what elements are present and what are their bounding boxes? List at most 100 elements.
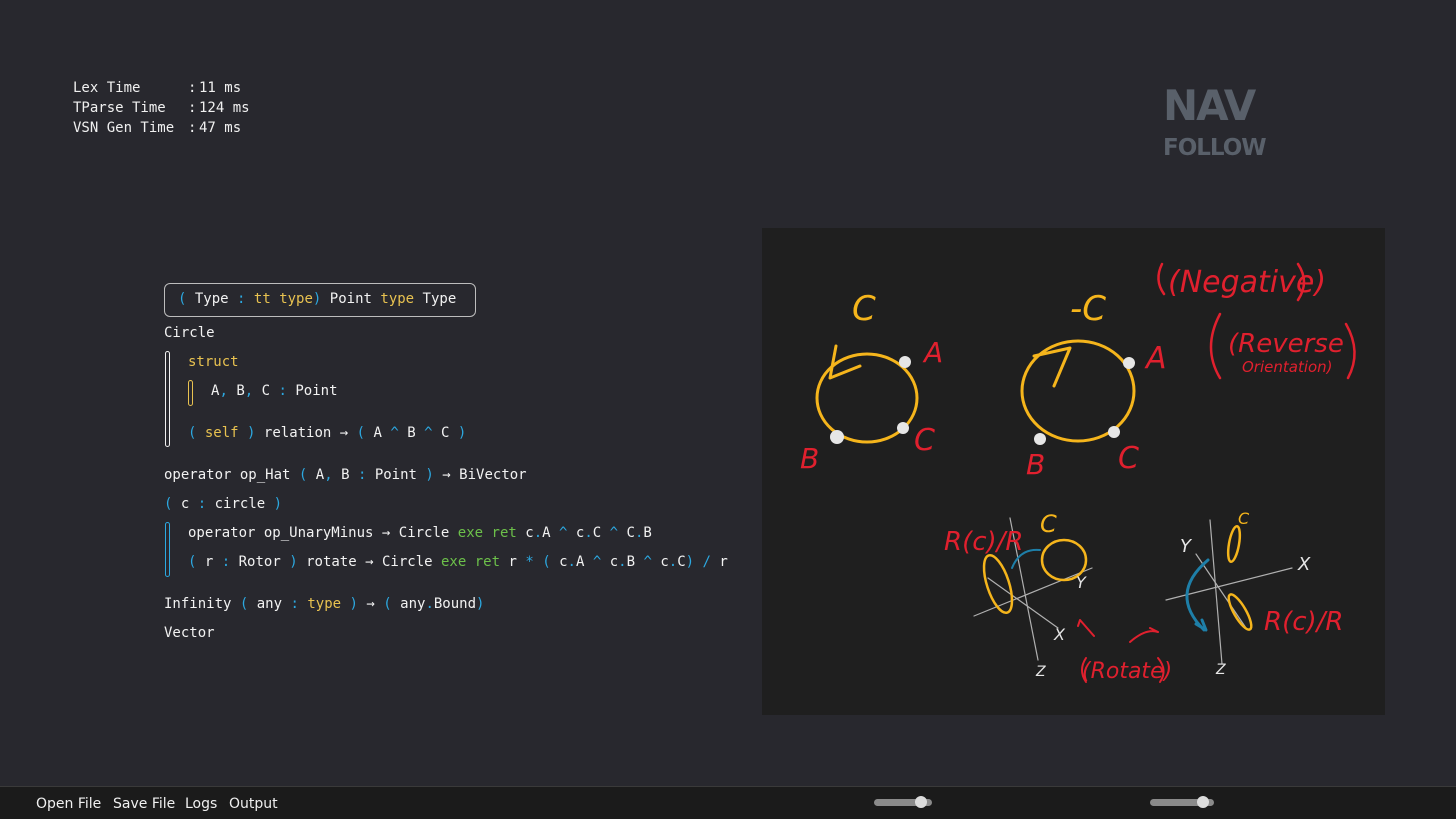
identifier: Circle bbox=[164, 325, 215, 341]
slider[interactable] bbox=[874, 796, 932, 808]
comma: , bbox=[219, 383, 228, 399]
reverse-bracket bbox=[1344, 322, 1356, 380]
identifier: op_Hat bbox=[239, 467, 291, 483]
sketch-label-c: C bbox=[914, 423, 935, 458]
paren: ) bbox=[273, 496, 283, 512]
nav-subtitle: FOLLOW bbox=[1163, 135, 1267, 161]
operator: ^ bbox=[592, 554, 602, 570]
code-line-struct: struct bbox=[188, 352, 239, 372]
paren: ( bbox=[188, 425, 197, 441]
identifier: B bbox=[626, 554, 636, 570]
code-view: ( Type : tt type) Point type Type Circle… bbox=[164, 0, 764, 700]
code-line-infinity: Infinity ( any : type ) → ( any.Bound) bbox=[164, 594, 484, 614]
identifier: c bbox=[660, 554, 669, 570]
code-line-op-hat: operator op_Hat ( A, B : Point ) → BiVec… bbox=[164, 465, 527, 485]
comma: , bbox=[244, 383, 254, 399]
sketch-label-rotate: (Rotate) bbox=[1082, 659, 1172, 684]
impl-scope-bar bbox=[165, 522, 170, 577]
operator: ^ bbox=[390, 425, 399, 441]
struct-scope-bar bbox=[165, 351, 170, 447]
identifier: Point bbox=[329, 291, 372, 307]
paren: ) bbox=[312, 291, 322, 307]
rotate-arrow bbox=[1077, 619, 1095, 637]
point-dot bbox=[1108, 426, 1120, 438]
identifier: B bbox=[341, 467, 350, 483]
open-file-button[interactable]: Open File bbox=[36, 796, 101, 812]
rotated-circle-yellow bbox=[1226, 525, 1242, 563]
identifier: c bbox=[559, 554, 568, 570]
output-button[interactable]: Output bbox=[229, 796, 278, 812]
fields-scope-bar bbox=[188, 380, 193, 406]
comma: , bbox=[324, 467, 333, 483]
code-line-vector: Vector bbox=[164, 623, 215, 643]
sketch-label-c: C bbox=[1118, 441, 1139, 476]
operator: * bbox=[525, 554, 534, 570]
paren: ( bbox=[188, 554, 197, 570]
sketch-label-minus-c: -C bbox=[1070, 289, 1106, 329]
rotate-arrow bbox=[1129, 627, 1159, 643]
operator: ^ bbox=[609, 525, 619, 541]
code-line-rotate: ( r : Rotor ) rotate → Circle exe ret r … bbox=[188, 552, 728, 572]
code-line-fields: A, B, C : Point bbox=[211, 381, 338, 401]
colon: : bbox=[237, 291, 246, 307]
identifier: B bbox=[643, 525, 652, 541]
identifier: c bbox=[525, 525, 534, 541]
nav-title: NAV bbox=[1163, 81, 1256, 130]
sketch-label-negative: (Negative) bbox=[1168, 265, 1326, 300]
keyword: type bbox=[380, 291, 415, 307]
keyword: type bbox=[307, 596, 342, 612]
code-line-op-unary: operator op_UnaryMinus → Circle exe ret … bbox=[188, 523, 652, 543]
colon: : bbox=[221, 554, 231, 570]
sketch-drawing: C -C (Negative) (Reverse Orientation) A … bbox=[800, 262, 1356, 684]
dot: . bbox=[618, 554, 627, 570]
axis-line bbox=[1209, 519, 1223, 665]
arrow: → bbox=[381, 525, 391, 541]
sketch-label-reverse: (Reverse bbox=[1228, 329, 1344, 359]
bottom-toolbar: Open File Save File Logs Output bbox=[0, 786, 1456, 819]
identifier: r bbox=[719, 554, 728, 570]
save-file-button[interactable]: Save File bbox=[113, 796, 175, 812]
paren: ( bbox=[239, 596, 249, 612]
slider-knob[interactable] bbox=[915, 796, 928, 808]
colon: : bbox=[197, 496, 207, 512]
field: B bbox=[236, 383, 245, 399]
slider[interactable] bbox=[1150, 796, 1214, 808]
operator: ^ bbox=[643, 554, 652, 570]
point-dot bbox=[1123, 357, 1135, 369]
slider-knob[interactable] bbox=[1196, 796, 1209, 808]
paren: ) bbox=[349, 596, 358, 612]
arrow: → bbox=[442, 467, 451, 483]
paren: ) bbox=[247, 425, 256, 441]
type-declaration-line: ( Type : tt type) Point type Type bbox=[178, 289, 456, 309]
sketch-label-a: A bbox=[922, 336, 943, 369]
logs-button[interactable]: Logs bbox=[185, 796, 217, 812]
type: circle bbox=[214, 496, 266, 512]
axis-label-x: X bbox=[1297, 554, 1311, 575]
point-dot bbox=[830, 430, 844, 444]
point-dot bbox=[1034, 433, 1046, 445]
type: Circle bbox=[381, 554, 433, 570]
sketch-panel[interactable]: C -C (Negative) (Reverse Orientation) A … bbox=[762, 228, 1385, 715]
nav-mode-indicator: NAV FOLLOW bbox=[1163, 81, 1267, 162]
sketch-label-c: C bbox=[852, 289, 876, 329]
identifier: C bbox=[677, 554, 686, 570]
axis-label-x: X bbox=[1053, 625, 1066, 644]
colon: : bbox=[290, 596, 299, 612]
identifier: A bbox=[373, 425, 382, 441]
identifier: Type bbox=[422, 291, 457, 307]
type: BiVector bbox=[459, 467, 527, 483]
arrow-stroke bbox=[828, 344, 862, 380]
sketch-label-b: B bbox=[800, 442, 819, 475]
identifier: Vector bbox=[164, 625, 215, 641]
paren: ( bbox=[178, 291, 187, 307]
code-line-c-param: ( c : circle ) bbox=[164, 494, 282, 514]
paren: ) bbox=[476, 596, 485, 612]
type: Point bbox=[374, 467, 417, 483]
rotated-circle-yellow bbox=[1227, 593, 1253, 631]
type: Rotor bbox=[238, 554, 281, 570]
reverse-bracket bbox=[1209, 312, 1222, 380]
identifier: A bbox=[542, 525, 551, 541]
sketch-label-b: B bbox=[1026, 448, 1045, 481]
sketch-label-rcr: R(c)/R bbox=[944, 527, 1023, 557]
identifier: op_UnaryMinus bbox=[263, 525, 374, 541]
